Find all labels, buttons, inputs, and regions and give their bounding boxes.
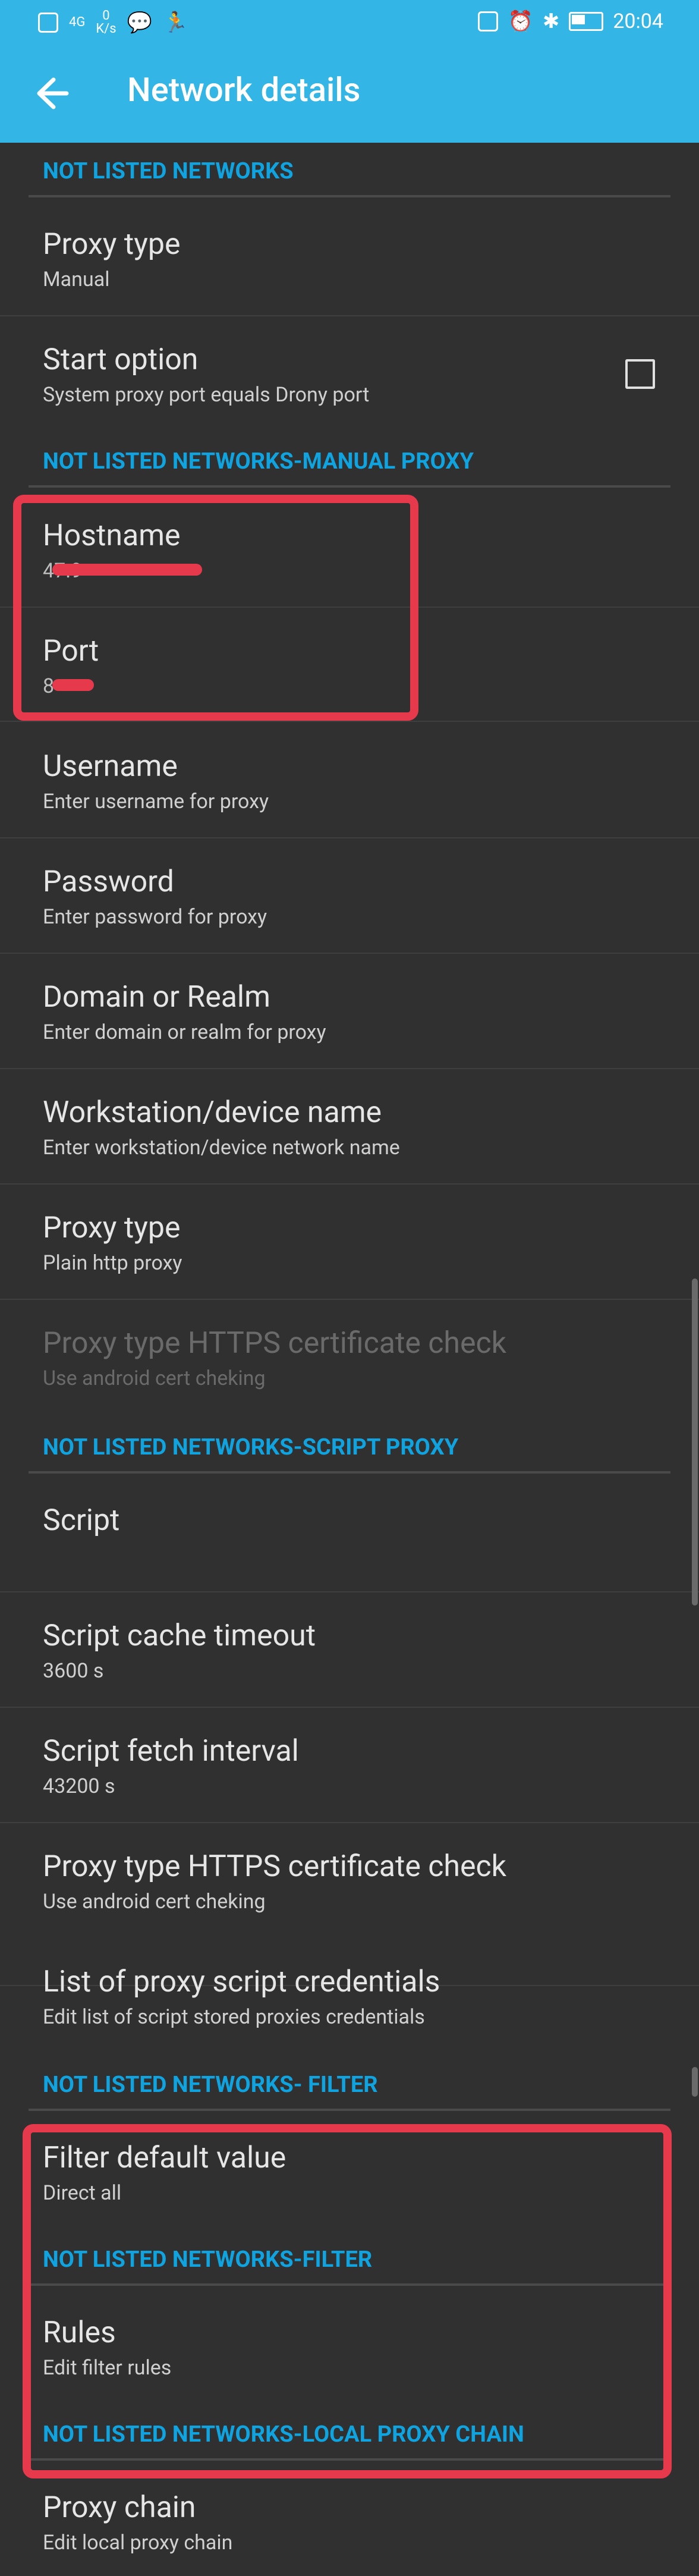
back-arrow-icon: [37, 77, 69, 109]
separator: [0, 1183, 699, 1185]
status-bar: 4G 0 K/s 💬 🏃 ⏰ ✱ 20:04: [0, 0, 699, 43]
separator: [0, 1707, 699, 1708]
section-divider: [29, 485, 670, 488]
section-script-proxy: NOT LISTED NETWORKS-SCRIPT PROXY: [43, 1434, 459, 1460]
scrollbar-thumb[interactable]: [692, 1278, 698, 1606]
list-item-proxy-chain[interactable]: Proxy chain Edit local proxy chain: [43, 2490, 655, 2555]
item-subtitle: Enter domain or realm for proxy: [43, 1020, 326, 1044]
item-subtitle: Edit local proxy chain: [43, 2531, 233, 2555]
item-subtitle: Manual: [43, 268, 110, 291]
item-title: Proxy type: [43, 227, 181, 262]
list-item-https-check-disabled: Proxy type HTTPS certificate check Use a…: [43, 1326, 655, 1390]
section-divider: [29, 2109, 670, 2111]
list-item-script[interactable]: Script: [43, 1503, 655, 1544]
item-title: Script: [43, 1503, 120, 1538]
item-subtitle: Enter username for proxy: [43, 790, 269, 813]
item-title: Script fetch interval: [43, 1734, 299, 1768]
clock: 20:04: [613, 10, 663, 33]
nfc-status-icon: [478, 11, 499, 32]
list-item-proxy-type[interactable]: Proxy type Manual: [43, 227, 655, 291]
list-item-password[interactable]: Password Enter password for proxy: [43, 865, 655, 929]
page-title: Network details: [127, 70, 361, 109]
separator: [0, 837, 699, 838]
separator: [0, 1822, 699, 1823]
item-subtitle: Enter password for proxy: [43, 905, 267, 929]
section-divider: [29, 195, 670, 197]
item-title: Proxy type HTTPS certificate check: [43, 1849, 506, 1884]
item-subtitle: Use android cert cheking: [43, 1366, 266, 1390]
section-filter: NOT LISTED NETWORKS- FILTER: [43, 2072, 378, 2098]
separator: [0, 721, 699, 722]
item-title: Password: [43, 865, 174, 899]
item-title: Username: [43, 749, 178, 784]
item-title: Script cache timeout: [43, 1619, 316, 1653]
item-subtitle: Plain http proxy: [43, 1251, 182, 1275]
runner-icon: 🏃: [162, 11, 188, 34]
item-subtitle: 3600 s: [43, 1659, 104, 1683]
list-item-proxy-type-2[interactable]: Proxy type Plain http proxy: [43, 1211, 655, 1275]
list-item-https-check[interactable]: Proxy type HTTPS certificate check Use a…: [43, 1849, 655, 1914]
scrollbar-indicator: [692, 2067, 698, 2097]
highlight-box-filter: [23, 2124, 672, 2478]
separator: [0, 1068, 699, 1069]
list-item-script-credentials[interactable]: List of proxy script credentials Edit li…: [43, 1965, 655, 2029]
bluetooth-icon: ✱: [542, 10, 560, 33]
item-subtitle: Enter workstation/device network name: [43, 1136, 400, 1160]
item-subtitle: Use android cert cheking: [43, 1890, 266, 1914]
nfc-icon: [38, 12, 58, 33]
wechat-icon: 💬: [127, 11, 152, 34]
section-divider: [29, 1471, 670, 1474]
list-item-workstation[interactable]: Workstation/device name Enter workstatio…: [43, 1095, 655, 1160]
item-title: Proxy chain: [43, 2490, 196, 2525]
item-subtitle: 43200 s: [43, 1774, 115, 1798]
list-item-username[interactable]: Username Enter username for proxy: [43, 749, 655, 813]
list-item-script-fetch-interval[interactable]: Script fetch interval 43200 s: [43, 1734, 655, 1798]
separator: [0, 1591, 699, 1592]
battery-icon: [569, 12, 604, 31]
item-title: Proxy type HTTPS certificate check: [43, 1326, 506, 1361]
list-item-start-option[interactable]: Start option System proxy port equals Dr…: [43, 343, 655, 407]
back-button[interactable]: [24, 73, 77, 114]
alarm-icon: ⏰: [508, 10, 533, 33]
section-manual-proxy: NOT LISTED NETWORKS-MANUAL PROXY: [43, 448, 474, 475]
separator: [0, 953, 699, 954]
separator: [0, 315, 699, 316]
item-subtitle: System proxy port equals Drony port: [43, 383, 370, 407]
network-speed: 0 K/s: [96, 8, 116, 36]
separator: [0, 1299, 699, 1300]
list-item-domain-realm[interactable]: Domain or Realm Enter domain or realm fo…: [43, 980, 655, 1044]
item-subtitle: Edit list of script stored proxies crede…: [43, 2005, 425, 2029]
list-item-script-cache-timeout[interactable]: Script cache timeout 3600 s: [43, 1619, 655, 1683]
item-title: Proxy type: [43, 1211, 181, 1245]
4g-icon: 4G: [69, 15, 86, 30]
section-not-listed-networks: NOT LISTED NETWORKS: [43, 158, 294, 184]
start-option-checkbox[interactable]: [625, 359, 655, 389]
highlight-box-host-port: [13, 495, 418, 721]
item-title: Domain or Realm: [43, 980, 270, 1014]
item-title: Start option: [43, 343, 199, 377]
item-title: List of proxy script credentials: [43, 1965, 440, 1999]
app-bar: Network details: [0, 43, 699, 143]
item-title: Workstation/device name: [43, 1095, 382, 1130]
